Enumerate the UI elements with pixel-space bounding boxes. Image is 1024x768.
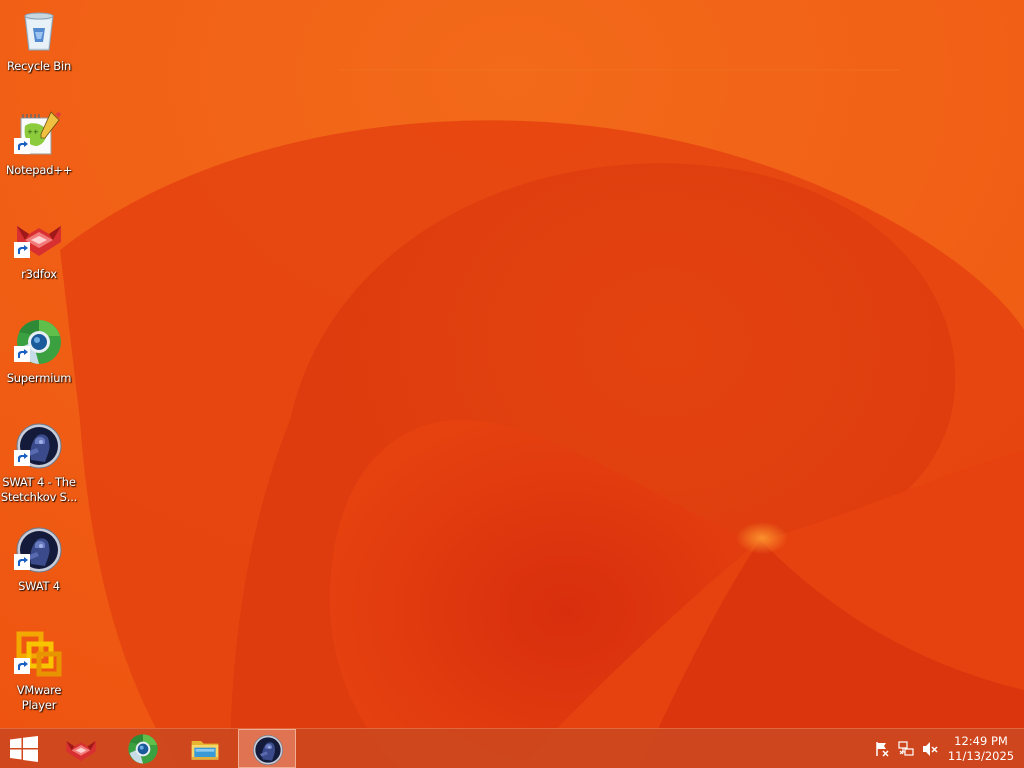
desktop-icon-label: SWAT 4 - The Stetchkov S... bbox=[0, 475, 78, 504]
desktop-icon-label: r3dfox bbox=[21, 267, 57, 281]
taskbar-button-supermium[interactable] bbox=[114, 729, 172, 768]
shortcut-arrow-icon bbox=[14, 138, 30, 154]
volume-muted-icon[interactable] bbox=[922, 741, 938, 757]
recycle-bin-icon bbox=[15, 6, 63, 54]
network-icon[interactable] bbox=[898, 741, 914, 757]
desktop-icon-label: VMware Player bbox=[16, 683, 62, 712]
windows-logo-icon bbox=[10, 736, 38, 762]
show-desktop-button[interactable] bbox=[1018, 729, 1024, 768]
taskbar-button-swat4[interactable] bbox=[238, 729, 296, 768]
desktop-icon-swat4[interactable]: SWAT 4 bbox=[0, 522, 78, 618]
clock-date: 11/13/2025 bbox=[947, 749, 1015, 763]
desktop-icon-supermium[interactable]: Supermium bbox=[0, 314, 78, 410]
clock-time: 12:49 PM bbox=[954, 734, 1008, 748]
shortcut-arrow-icon bbox=[14, 346, 30, 362]
taskbar-button-r3dfox[interactable] bbox=[52, 729, 110, 768]
desktop-icon-label: Supermium bbox=[6, 371, 72, 385]
taskbar: 12:49 PM 11/13/2025 bbox=[0, 728, 1024, 768]
shortcut-arrow-icon bbox=[14, 450, 30, 466]
file-explorer-icon bbox=[191, 741, 219, 760]
desktop[interactable]: Recycle Bin ++ Notepad++ r3dfox Supermiu… bbox=[0, 0, 1024, 768]
swat4-icon bbox=[253, 735, 283, 765]
desktop-icon-label: Notepad++ bbox=[5, 163, 73, 177]
taskbar-clock[interactable]: 12:49 PM 11/13/2025 bbox=[940, 734, 1022, 764]
shortcut-arrow-icon bbox=[14, 554, 30, 570]
shortcut-arrow-icon bbox=[14, 658, 30, 674]
svg-text:++: ++ bbox=[27, 128, 39, 136]
supermium-icon bbox=[128, 734, 158, 764]
action-center-flag-icon[interactable] bbox=[874, 741, 890, 757]
desktop-icon-swat4-stetchkov[interactable]: SWAT 4 - The Stetchkov S... bbox=[0, 418, 78, 514]
desktop-icon-area: Recycle Bin ++ Notepad++ r3dfox Supermiu… bbox=[0, 0, 80, 728]
desktop-icon-recycle-bin[interactable]: Recycle Bin bbox=[0, 2, 78, 98]
start-button[interactable] bbox=[0, 729, 48, 768]
desktop-icon-notepad-plus-plus[interactable]: ++ Notepad++ bbox=[0, 106, 78, 202]
orange-swirl-wallpaper bbox=[0, 0, 1024, 768]
desktop-icon-vmware-player[interactable]: VMware Player bbox=[0, 626, 78, 722]
desktop-icon-r3dfox[interactable]: r3dfox bbox=[0, 210, 78, 306]
desktop-icon-label: Recycle Bin bbox=[6, 59, 72, 73]
shortcut-arrow-icon bbox=[14, 242, 30, 258]
taskbar-button-file-explorer[interactable] bbox=[176, 729, 234, 768]
desktop-icon-label: SWAT 4 bbox=[18, 579, 60, 593]
r3dfox-icon bbox=[66, 741, 96, 761]
